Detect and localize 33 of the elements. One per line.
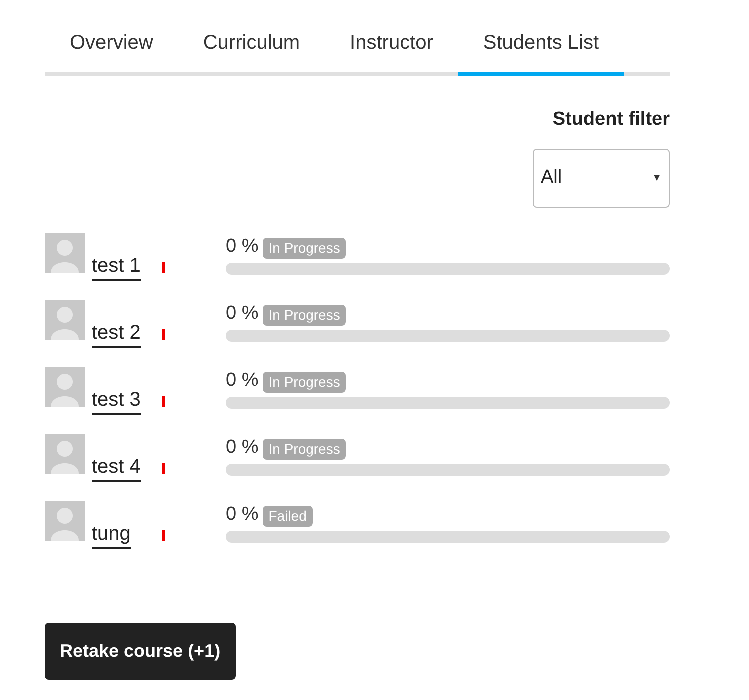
avatar-icon	[45, 366, 85, 406]
status-marker	[162, 462, 165, 474]
status-marker	[162, 328, 165, 340]
progress-percent: 0 %	[226, 502, 259, 526]
avatar-icon	[45, 232, 85, 272]
retake-button[interactable]: Retake course (+1)	[45, 622, 236, 680]
avatar-icon	[45, 434, 85, 474]
tab[interactable]: Curriculum	[178, 28, 326, 76]
avatar-icon	[45, 300, 85, 340]
tab[interactable]: Instructor	[325, 28, 458, 76]
status-badge: In Progress	[262, 238, 346, 259]
avatar-icon	[45, 500, 85, 540]
student-name-link[interactable]: test 1	[92, 254, 141, 280]
tab[interactable]: Students List	[458, 28, 624, 76]
caret-icon: ▼	[652, 170, 662, 186]
status-badge: In Progress	[262, 304, 346, 326]
filter-label: Student filter	[552, 108, 670, 132]
progress-percent: 0 %	[226, 368, 259, 392]
progress-percent: 0 %	[226, 436, 259, 460]
status-marker	[162, 262, 165, 272]
progress-percent: 0 %	[226, 302, 259, 326]
status-marker	[162, 396, 165, 406]
student-name-link[interactable]: tung	[92, 522, 131, 548]
progress-percent: 0 %	[226, 234, 259, 258]
student-name-link[interactable]: test 2	[92, 322, 141, 348]
student-name-link[interactable]: test 3	[92, 388, 141, 414]
status-badge: In Progress	[262, 438, 346, 460]
status-badge: Failed	[262, 506, 313, 527]
status-marker	[162, 530, 165, 540]
status-badge: In Progress	[262, 372, 346, 393]
filter-select[interactable]: All ▼	[533, 148, 670, 208]
student-name-link[interactable]: test 4	[92, 456, 141, 482]
tab[interactable]: Overview	[45, 28, 178, 76]
